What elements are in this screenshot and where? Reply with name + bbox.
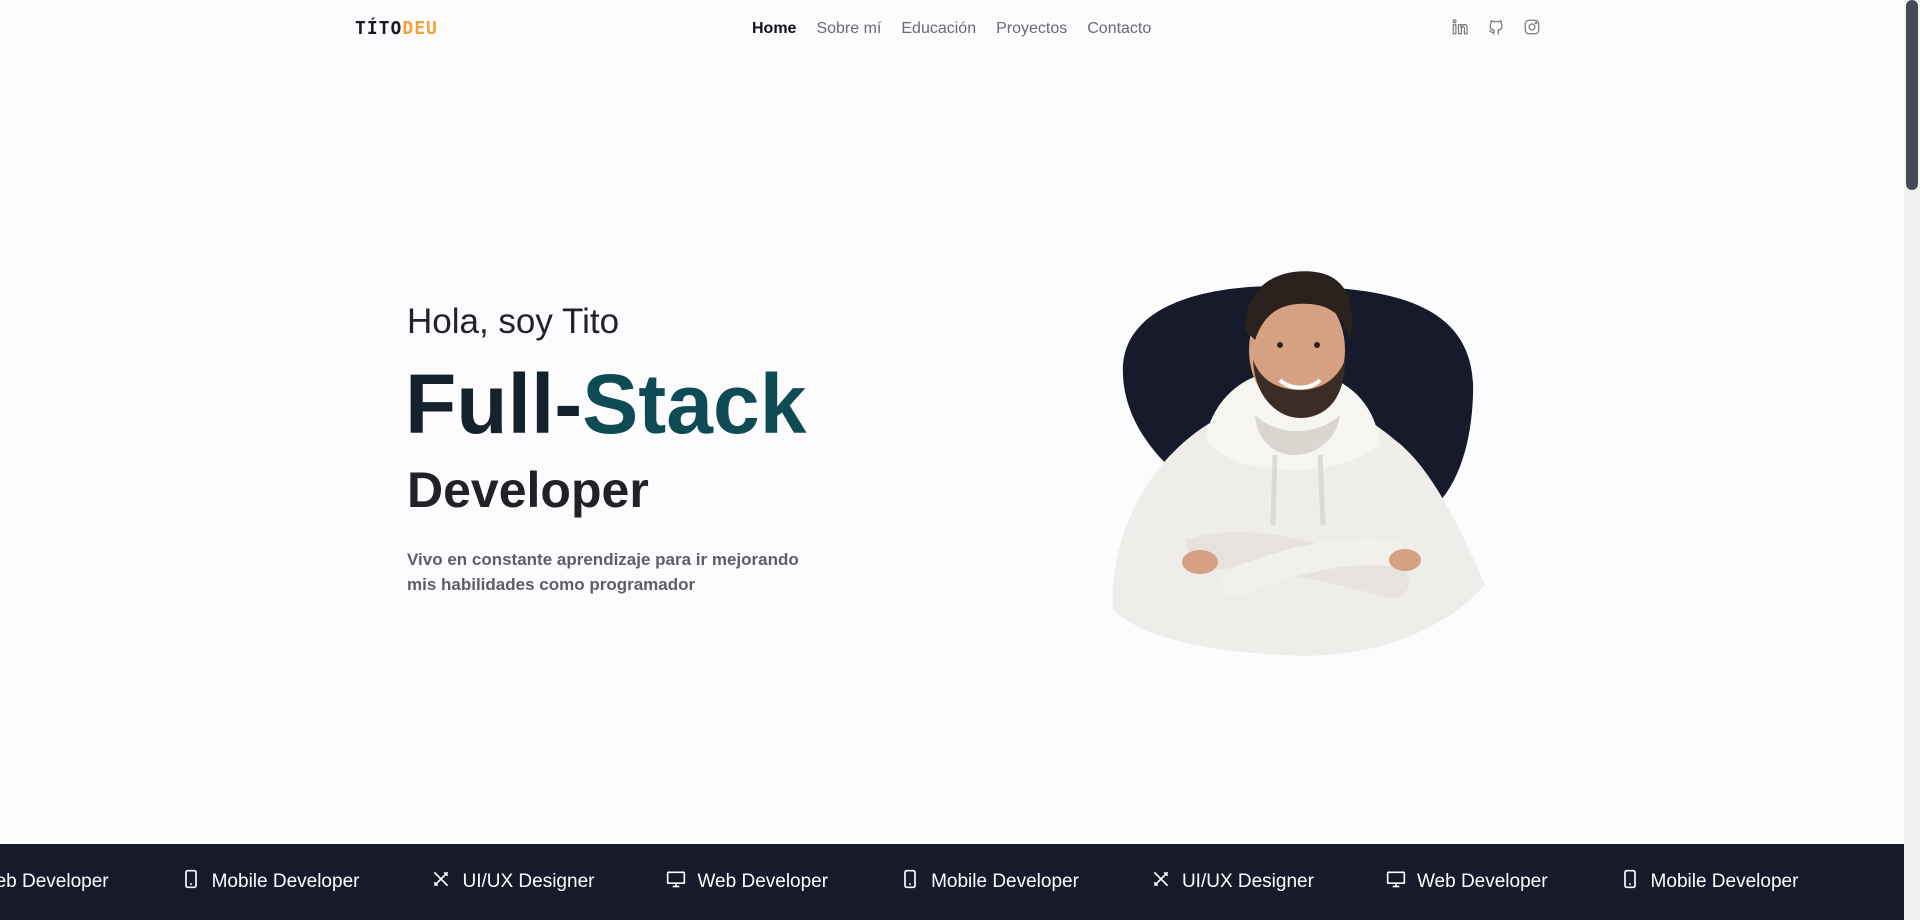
site-header: TÍTODEU Home Sobre mí Educación Proyecto… (0, 0, 1904, 62)
marquee-item: Mobile Developer (181, 869, 360, 895)
skills-marquee: Web Developer Mobile Developer UI/UX Des… (0, 844, 1904, 920)
marquee-item-label: Web Developer (0, 871, 109, 892)
logo-text-accent: DEU (402, 18, 438, 39)
design-tools-icon (431, 869, 462, 895)
hero-tagline: Vivo en constante aprendizaje para ir me… (407, 550, 799, 594)
marquee-item: UI/UX Designer (1151, 869, 1314, 895)
marquee-item-label: Mobile Developer (1650, 871, 1799, 892)
marquee-item: Web Developer (666, 869, 828, 895)
marquee-item-label: Web Developer (1416, 871, 1548, 892)
skills-track: Web Developer Mobile Developer UI/UX Des… (0, 844, 1870, 920)
social-links (1451, 18, 1541, 36)
github-icon[interactable] (1487, 18, 1505, 36)
instagram-icon[interactable] (1523, 18, 1541, 36)
marquee-item: Mobile Developer (900, 869, 1079, 895)
marquee-item: UI/UX Designer (431, 869, 594, 895)
hero-greeting: Hola, soy Tito (407, 302, 620, 341)
role-word-stack: Stack (582, 357, 807, 451)
design-tools-icon (1151, 869, 1182, 895)
linkedin-icon[interactable] (1451, 18, 1469, 36)
marquee-item-label: Web Developer (697, 871, 829, 892)
smartphone-icon (900, 869, 931, 895)
marquee-item: Mobile Developer (1620, 869, 1799, 895)
monitor-icon (1386, 869, 1417, 895)
page-scrollbar[interactable] (1904, 0, 1920, 920)
marquee-item: Web Developer (1386, 869, 1548, 895)
smartphone-icon (1620, 869, 1651, 895)
nav-home[interactable]: Home (752, 20, 796, 38)
smartphone-icon (181, 869, 212, 895)
marquee-item-label: UI/UX Designer (1181, 871, 1314, 892)
hero-role-title: Full-Stack (405, 362, 806, 446)
scrollbar-thumb[interactable] (1906, 0, 1918, 190)
site-logo[interactable]: TÍTODEU (355, 18, 438, 39)
marquee-item: Web Developer (0, 871, 109, 893)
hero-role-subtitle: Developer (407, 462, 649, 518)
nav-contacto[interactable]: Contacto (1087, 20, 1151, 38)
nav-proyectos[interactable]: Proyectos (996, 20, 1067, 38)
monitor-icon (666, 869, 697, 895)
main-nav: Home Sobre mí Educación Proyectos Contac… (752, 20, 1151, 38)
nav-educacion[interactable]: Educación (901, 20, 976, 38)
marquee-item-label: Mobile Developer (211, 871, 360, 892)
nav-sobre-mi[interactable]: Sobre mí (816, 20, 881, 38)
profile-photo (1105, 240, 1485, 660)
role-word-full: Full- (405, 357, 583, 451)
marquee-item-label: Mobile Developer (931, 871, 1079, 892)
logo-text-primary: TÍTO (355, 18, 403, 39)
marquee-item-label: UI/UX Designer (462, 871, 595, 892)
